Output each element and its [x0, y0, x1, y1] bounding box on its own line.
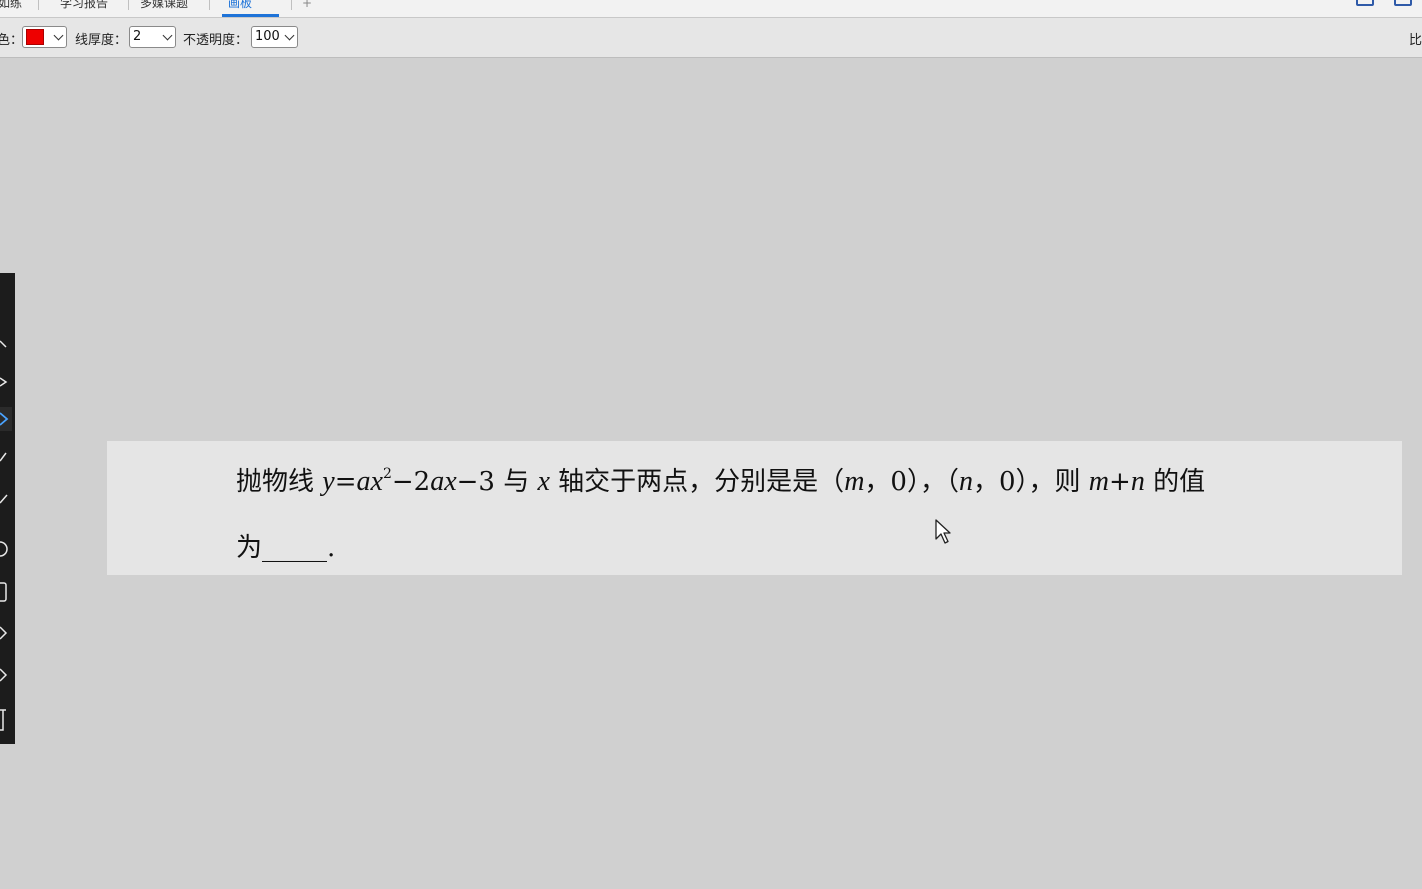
- tool-palette: [0, 273, 15, 744]
- question-line-2: 为_____.: [236, 533, 336, 563]
- question-text: 抛物线: [236, 467, 323, 497]
- active-tab-indicator: [222, 14, 279, 17]
- var-y: y: [322, 466, 335, 497]
- var-n: n: [958, 466, 973, 497]
- tab-report[interactable]: 学习报告: [60, 0, 108, 14]
- var-x: x: [537, 466, 550, 497]
- question-text: ，0），（: [864, 467, 959, 497]
- pen-color-select[interactable]: [22, 26, 67, 48]
- var-m: m: [844, 466, 865, 497]
- mouse-cursor-icon: [935, 519, 951, 544]
- chevron-down-icon: [53, 30, 64, 41]
- tab-multimedia[interactable]: 多媒课题: [140, 0, 188, 14]
- tab-divider: [291, 0, 292, 10]
- tab-divider: [38, 0, 39, 10]
- line-thickness-select[interactable]: 2: [129, 26, 176, 48]
- restore-window-icon[interactable]: [1356, 0, 1374, 6]
- opacity-label: 不透明度：: [183, 33, 249, 48]
- question-text: =: [334, 467, 357, 497]
- exponent: 2: [382, 466, 392, 483]
- pen-color-swatch: [26, 29, 44, 45]
- maximize-window-icon[interactable]: [1394, 0, 1412, 6]
- chevron-down-icon: [162, 30, 173, 41]
- question-line-1: 抛物线 y=ax2−2ax−3 与 x 轴交于两点，分别是是（m，0），（n，0…: [236, 461, 1205, 498]
- opacity-select[interactable]: 100: [251, 26, 298, 48]
- tab-practice[interactable]: 如练: [0, 0, 22, 14]
- question-text: −2: [391, 467, 431, 497]
- pen-color-label: 色：: [0, 33, 24, 48]
- toolbar-right-label[interactable]: 比: [1409, 29, 1422, 48]
- drawing-toolbar: 色： 线厚度： 2 不透明度： 100 比: [0, 18, 1422, 58]
- clear-tool-icon[interactable]: [0, 708, 12, 732]
- var-m: m: [1088, 466, 1110, 497]
- chevron-down-icon: [284, 30, 295, 41]
- var-n: n: [1130, 466, 1145, 497]
- tab-bar: 如练 学习报告 多媒课题 画板 +: [0, 0, 1422, 18]
- question-text: 轴交于两点，分别是是（: [549, 467, 845, 497]
- question-text: 的值: [1144, 467, 1206, 497]
- circle-tool-icon[interactable]: [0, 537, 12, 561]
- tab-divider: [209, 0, 210, 10]
- tab-add[interactable]: +: [302, 0, 312, 14]
- question-text: −3 与: [456, 467, 538, 497]
- pen-tool-icon[interactable]: [0, 407, 12, 431]
- arrow-tool-icon[interactable]: [0, 370, 12, 394]
- var-ax: ax: [430, 466, 457, 497]
- line-thickness-label: 线厚度：: [75, 33, 128, 48]
- opacity-value: 100: [255, 29, 280, 44]
- line-tool-icon[interactable]: [0, 445, 12, 469]
- redo-tool-icon[interactable]: [0, 663, 12, 687]
- question-text: ，0），则: [972, 467, 1089, 497]
- rectangle-tool-icon[interactable]: [0, 580, 12, 604]
- next-tool-icon[interactable]: [0, 621, 12, 645]
- var-ax: ax: [356, 466, 383, 497]
- question-text: +: [1109, 467, 1131, 497]
- straight-line-tool-icon[interactable]: [0, 485, 12, 509]
- line-thickness-value: 2: [133, 29, 142, 44]
- pointer-tool-icon[interactable]: [0, 335, 12, 359]
- tab-divider: [128, 0, 129, 10]
- question-card: 抛物线 y=ax2−2ax−3 与 x 轴交于两点，分别是是（m，0），（n，0…: [107, 441, 1402, 575]
- tab-drawing-board[interactable]: 画板: [228, 0, 252, 14]
